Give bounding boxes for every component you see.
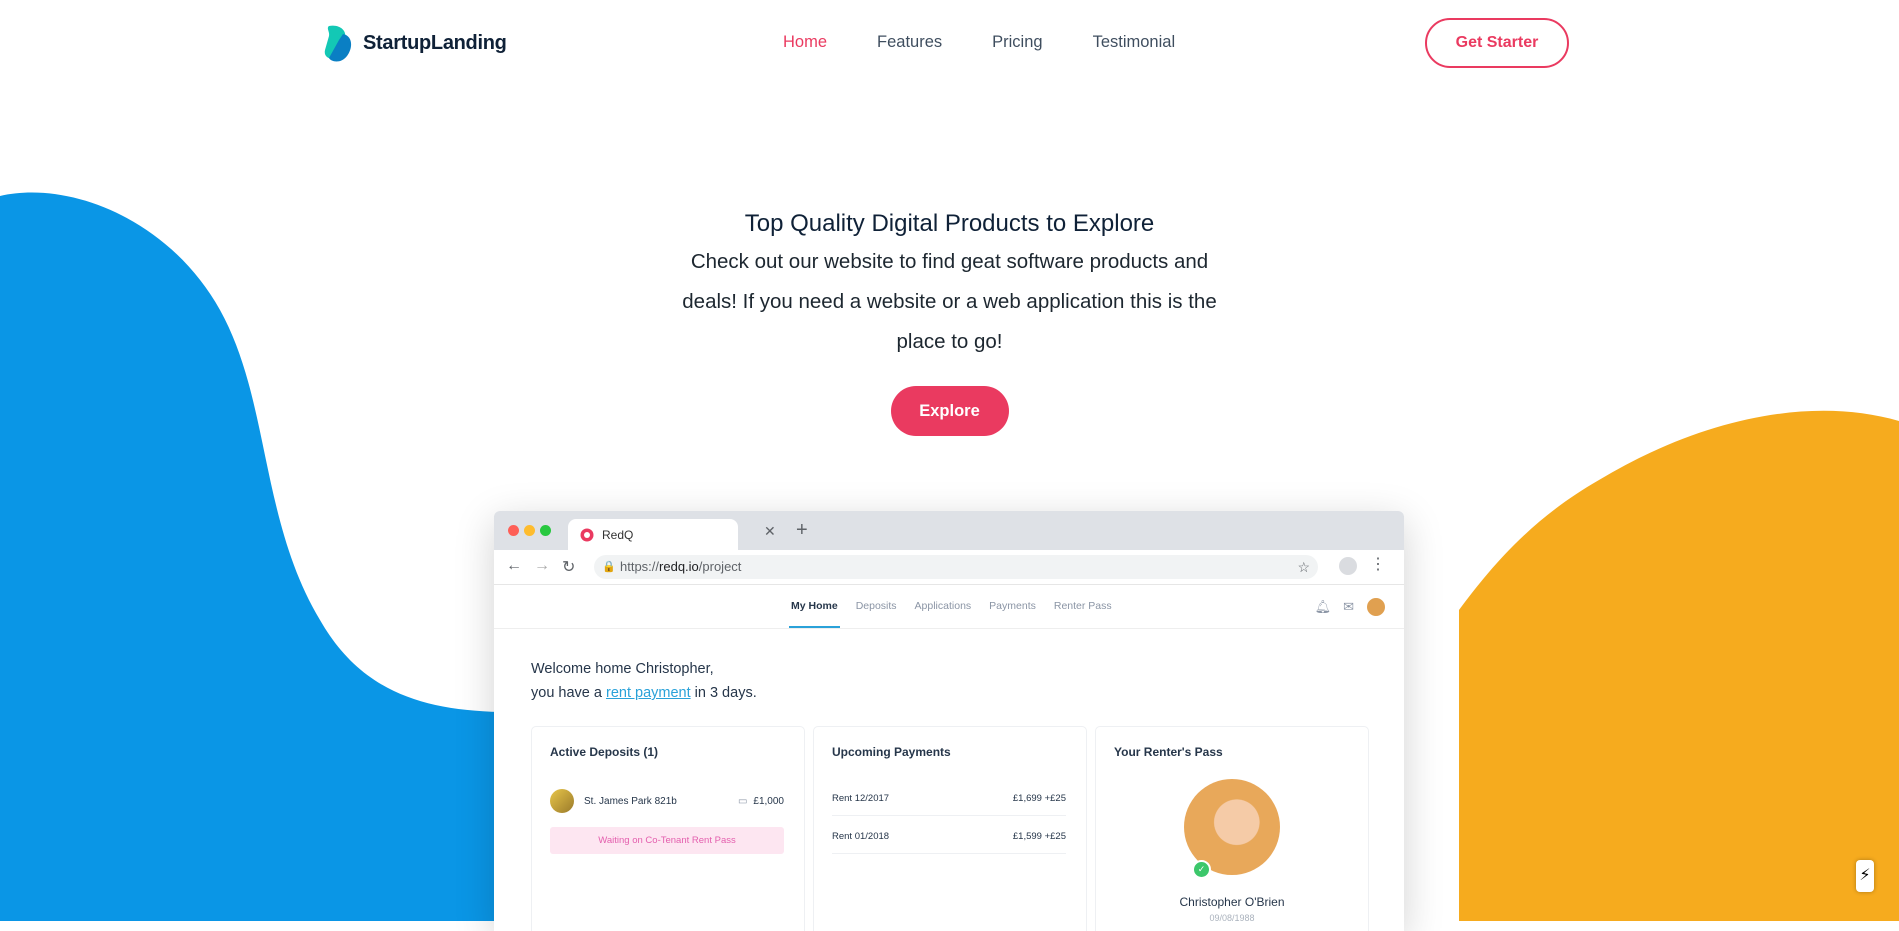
renter-name: Christopher O'Brien — [1179, 895, 1285, 909]
brand-logo[interactable]: StartupLanding — [323, 24, 507, 62]
forward-arrow-icon[interactable]: → — [534, 557, 550, 575]
browser-tab-bar: RedQ ✕ + — [494, 511, 1404, 550]
tab-payments[interactable]: Payments — [989, 585, 1036, 628]
welcome-message: Welcome home Christopher, you have a ren… — [531, 661, 757, 701]
hero-section: Top Quality Digital Products to Explore … — [0, 210, 1899, 436]
browser-mockup: RedQ ✕ + ← → ↻ 🔒 https://redq.io/project… — [494, 511, 1404, 931]
dashboard-cards: Active Deposits (1) St. James Park 821b … — [531, 726, 1377, 931]
property-avatar — [550, 789, 574, 813]
reload-icon[interactable]: ↻ — [562, 557, 575, 577]
payment-row[interactable]: Rent 12/2017 £1,699 +£25 — [832, 793, 1066, 816]
deposit-row[interactable]: St. James Park 821b ▭ £1,000 — [550, 789, 784, 813]
redq-favicon-icon — [580, 528, 594, 541]
blue-wave-shape — [0, 192, 500, 921]
nav-link-pricing[interactable]: Pricing — [992, 33, 1042, 52]
mail-icon[interactable]: ✉ — [1343, 599, 1354, 615]
get-starter-button[interactable]: Get Starter — [1425, 18, 1569, 68]
top-navbar: StartupLanding Home Features Pricing Tes… — [0, 0, 1899, 90]
status-badge: Waiting on Co-Tenant Rent Pass — [550, 827, 784, 854]
brand-name: StartupLanding — [363, 31, 507, 54]
bolt-icon[interactable]: ⚡︎ — [1856, 860, 1874, 892]
nav-link-home[interactable]: Home — [783, 33, 827, 52]
tab-deposits[interactable]: Deposits — [856, 585, 897, 628]
check-icon: ✓ — [1192, 860, 1211, 879]
orange-wave-shape — [1459, 410, 1899, 921]
tab-my-home[interactable]: My Home — [789, 585, 840, 628]
renters-pass-card: Your Renter's Pass ✓ Christopher O'Brien… — [1095, 726, 1369, 931]
browser-toolbar: ← → ↻ 🔒 https://redq.io/project ☆ ⋮ — [494, 550, 1404, 585]
deposit-amount: £1,000 — [753, 795, 784, 807]
window-maximize-dot — [540, 525, 551, 536]
back-arrow-icon[interactable]: ← — [506, 557, 522, 575]
payment-row[interactable]: Rent 01/2018 £1,599 +£25 — [832, 831, 1066, 854]
tab-renter-pass[interactable]: Renter Pass — [1054, 585, 1112, 628]
close-icon[interactable]: ✕ — [764, 523, 776, 540]
window-minimize-dot — [524, 525, 535, 536]
plus-icon[interactable]: + — [796, 519, 808, 542]
nav-link-features[interactable]: Features — [877, 33, 942, 52]
hero-title: Top Quality Digital Products to Explore — [744, 210, 1155, 237]
renter-dob: 09/08/1988 — [1209, 913, 1255, 923]
url-bar[interactable]: 🔒 https://redq.io/project ☆ — [594, 555, 1318, 579]
hero-description: Check out our website to find geat softw… — [682, 250, 1217, 353]
bell-icon[interactable]: 🔔︎ — [1315, 599, 1332, 615]
app-navbar: My Home Deposits Applications Payments R… — [494, 585, 1404, 629]
nav-links: Home Features Pricing Testimonial — [783, 33, 1225, 52]
user-avatar[interactable] — [1366, 597, 1386, 617]
deposit-address: St. James Park 821b — [584, 795, 677, 807]
profile-icon[interactable] — [1339, 557, 1357, 575]
menu-dots-icon[interactable]: ⋮ — [1370, 554, 1386, 574]
star-icon[interactable]: ☆ — [1297, 555, 1310, 579]
tab-applications[interactable]: Applications — [915, 585, 972, 628]
logo-icon — [324, 25, 352, 62]
tab-title: RedQ — [602, 527, 634, 542]
active-deposits-card: Active Deposits (1) St. James Park 821b … — [531, 726, 805, 931]
nav-link-testimonial[interactable]: Testimonial — [1093, 33, 1176, 52]
card-title: Active Deposits (1) — [550, 745, 659, 759]
card-title: Your Renter's Pass — [1114, 745, 1223, 759]
card-title: Upcoming Payments — [832, 745, 951, 759]
window-close-dot — [508, 525, 519, 536]
upcoming-payments-card: Upcoming Payments Rent 12/2017 £1,699 +£… — [813, 726, 1087, 931]
rent-payment-link[interactable]: rent payment — [606, 685, 691, 701]
url-text: https://redq.io/project — [620, 559, 742, 574]
explore-button[interactable]: Explore — [890, 386, 1009, 436]
lock-icon: 🔒 — [602, 561, 616, 573]
cash-icon: ▭ — [737, 795, 748, 807]
browser-tab[interactable]: RedQ — [568, 519, 738, 550]
